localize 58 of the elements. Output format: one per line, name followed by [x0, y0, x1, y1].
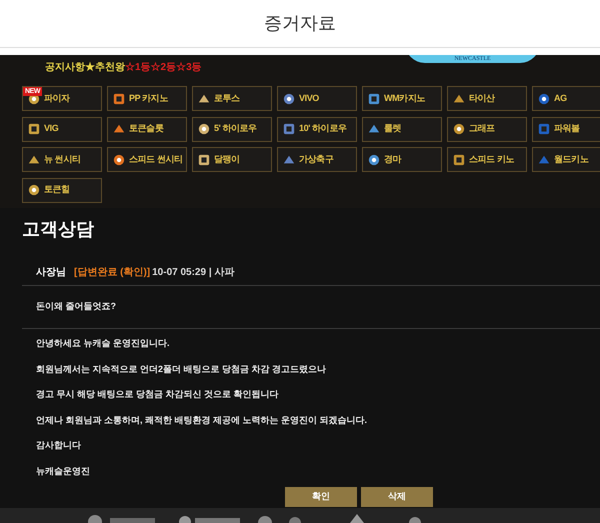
action-button[interactable]: 확인	[285, 486, 357, 506]
emblem-icon	[538, 154, 550, 166]
answer-text: 언제나 회원님과 소통하며, 쾌적한 배팅환경 제공에 노력하는 운영진이 되겠습니다.	[36, 414, 368, 426]
answer-text: 감사합니다	[36, 439, 82, 451]
emblem-icon	[368, 123, 380, 135]
emblem-icon	[453, 154, 465, 166]
game-button[interactable]: 스피드 키노	[447, 147, 527, 172]
game-button[interactable]: 토큰힐	[22, 178, 102, 202]
emblem-icon	[368, 154, 380, 166]
game-button[interactable]: 경마	[362, 147, 442, 172]
emblem-icon	[198, 154, 210, 166]
emblem-icon	[28, 123, 40, 135]
emblem-icon	[198, 92, 210, 104]
game-button[interactable]: 토큰슬롯	[107, 116, 187, 142]
section-title: 고객상담	[22, 218, 95, 241]
ranking-text[interactable]: ☆1등☆2등☆3등	[125, 62, 202, 73]
game-button[interactable]: 스피드 썬시티	[107, 147, 187, 172]
game-button[interactable]: 타이산	[447, 86, 527, 111]
emblem-icon	[283, 154, 295, 166]
game-button[interactable]: 파워볼	[532, 116, 600, 142]
game-button[interactable]: 10' 하이로우	[277, 116, 357, 142]
emblem-icon	[198, 123, 210, 135]
notice-text[interactable]: 공지사항★추천왕	[45, 62, 125, 73]
status-label: [답변완료 (확인)]	[74, 266, 150, 280]
answer-text: 경고 무시 해당 배팅으로 당첨금 차감되신 것으로 확인됩니다	[36, 388, 280, 400]
game-button[interactable]: PP 카지노	[107, 86, 187, 111]
answer-text: 회원님께서는 지속적으로 언더2폴더 배팅으로 당첨금 차감 경고드렸으나	[36, 362, 328, 374]
emblem-icon	[28, 154, 40, 166]
author-name: 사장님	[36, 266, 66, 280]
game-button[interactable]: 로투스	[192, 86, 272, 111]
game-button[interactable]: 뉴 썬시티	[22, 147, 102, 172]
game-button[interactable]: AG	[532, 86, 600, 111]
emblem-icon	[368, 92, 380, 104]
game-button[interactable]: 그래프	[447, 116, 527, 142]
emblem-icon	[113, 154, 125, 166]
emblem-icon	[453, 123, 465, 135]
emblem-icon	[453, 92, 465, 104]
game-button[interactable]: 달팽이	[192, 147, 272, 172]
game-button[interactable]: 가상축구	[277, 147, 357, 172]
answer-text: 안녕하세요 뉴캐슬 운영진입니다.	[36, 337, 171, 349]
emblem-icon	[538, 92, 550, 104]
emblem-icon	[113, 92, 125, 104]
emblem-icon	[283, 123, 295, 135]
game-button[interactable]: 5' 하이로우	[192, 116, 272, 142]
post-meta: 10-07 05:29 | 사파	[152, 266, 234, 280]
emblem-icon	[538, 123, 550, 135]
emblem-icon	[113, 123, 125, 135]
question-text: 돈이왜 줄어들엇죠?	[36, 300, 116, 314]
page-title: 증거자료	[264, 12, 336, 35]
game-button[interactable]: WM카지노	[362, 86, 442, 111]
action-button[interactable]: 삭제	[361, 486, 433, 506]
emblem-icon	[283, 92, 295, 104]
answer-text: 뉴캐슬운영진	[36, 464, 91, 476]
game-button[interactable]: 룰렛	[362, 116, 442, 142]
emblem-icon	[28, 184, 40, 196]
game-button[interactable]: 월드키노	[532, 147, 600, 172]
game-button[interactable]: VIG	[22, 116, 102, 142]
game-button[interactable]: VIVO	[277, 86, 357, 111]
